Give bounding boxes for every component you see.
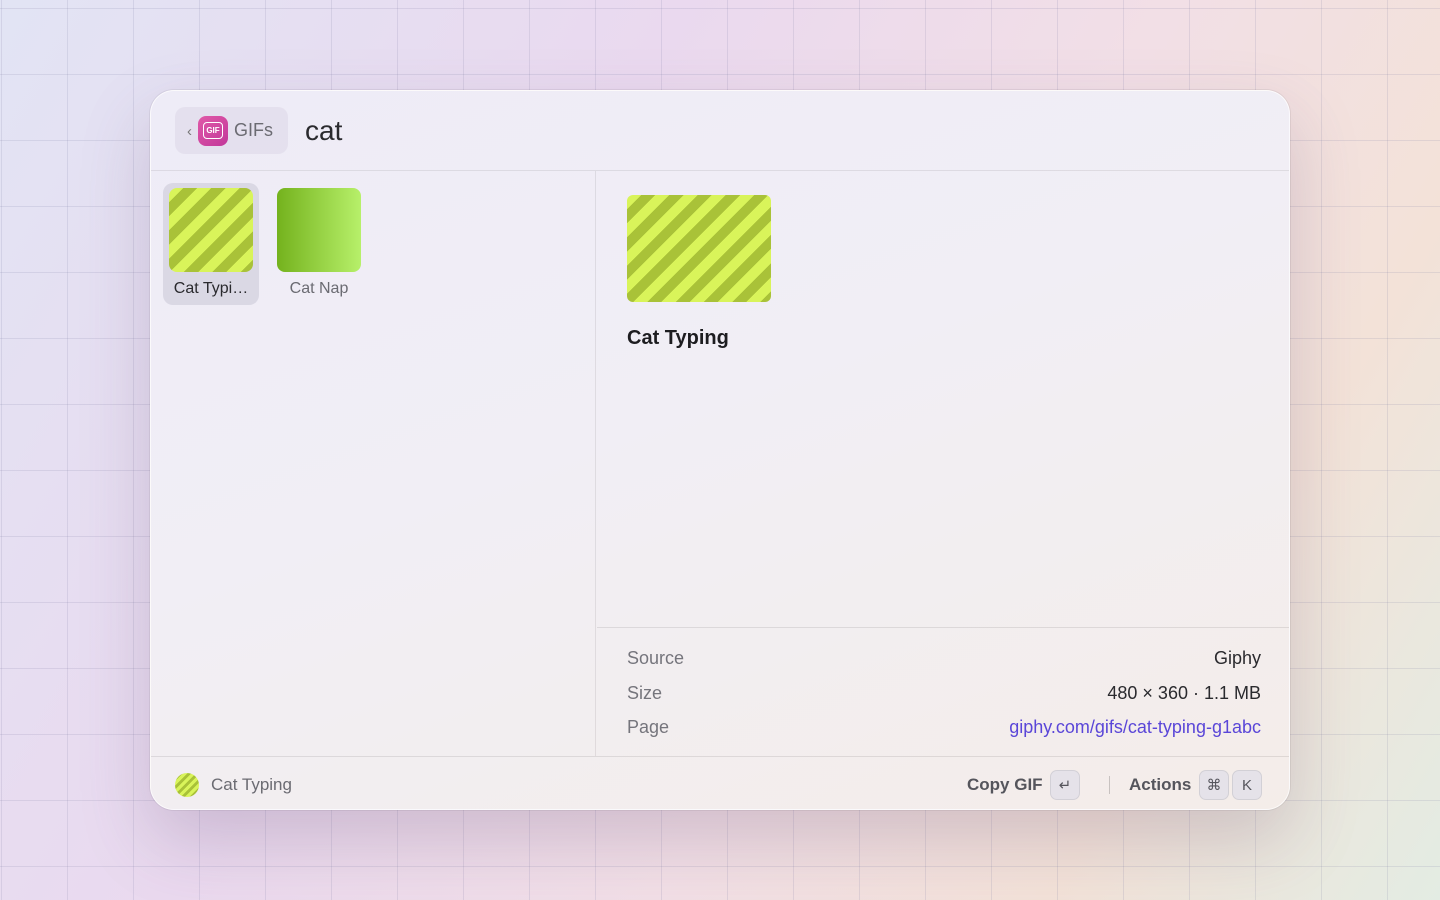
enter-key-icon: ↵ <box>1050 770 1080 800</box>
launcher-window: ‹ GIF GIFs cat Cat Typi… Cat Nap Cat Typ… <box>150 90 1290 810</box>
gif-preview <box>627 195 771 302</box>
gif-icon-label: GIF <box>203 122 223 139</box>
search-input[interactable]: cat <box>305 115 342 147</box>
metadata-row-size: Size 480 × 360 · 1.1 MB <box>627 682 1261 704</box>
chevron-left-icon: ‹ <box>187 123 192 140</box>
result-title: Cat Typi… <box>173 280 249 297</box>
metadata-value: 480 × 360 · 1.1 MB <box>1107 682 1261 703</box>
back-button[interactable]: ‹ GIF GIFs <box>175 107 288 154</box>
search-header: ‹ GIF GIFs cat <box>151 91 1289 171</box>
metadata-key: Source <box>627 647 685 668</box>
result-item[interactable]: Cat Nap <box>271 183 367 305</box>
detail-pane: Cat Typing Source Giphy Size 480 × 360 ·… <box>597 171 1289 756</box>
result-thumbnail <box>169 188 253 272</box>
k-key-icon: K <box>1232 770 1262 800</box>
metadata-row-source: Source Giphy <box>627 647 1261 669</box>
metadata-row-page: Page giphy.com/gifs/cat-typing-g1abc <box>627 716 1261 738</box>
detail-title: Cat Typing <box>627 327 729 349</box>
results-grid: Cat Typi… Cat Nap <box>151 171 596 756</box>
result-thumbnail <box>277 188 361 272</box>
metadata-panel: Source Giphy Size 480 × 360 · 1.1 MB Pag… <box>597 627 1289 756</box>
back-button-label: GIFs <box>234 120 273 140</box>
action-bar: Cat Typing Copy GIF ↵ Actions ⌘ K <box>151 756 1289 809</box>
metadata-value: Giphy <box>1213 647 1261 668</box>
result-item[interactable]: Cat Typi… <box>163 183 259 305</box>
metadata-key: Page <box>627 716 670 737</box>
selected-gif-thumbnail <box>175 773 199 797</box>
copy-gif-button[interactable]: Copy GIF <box>967 775 1043 795</box>
actions-button[interactable]: Actions <box>1129 775 1191 795</box>
page-link[interactable]: giphy.com/gifs/cat-typing-g1abc <box>1009 717 1261 738</box>
divider <box>1109 776 1110 794</box>
result-title: Cat Nap <box>289 280 349 297</box>
metadata-key: Size <box>627 682 663 703</box>
command-key-icon: ⌘ <box>1199 770 1229 800</box>
gif-icon: GIF <box>198 115 228 146</box>
selected-item-title: Cat Typing <box>211 775 292 794</box>
